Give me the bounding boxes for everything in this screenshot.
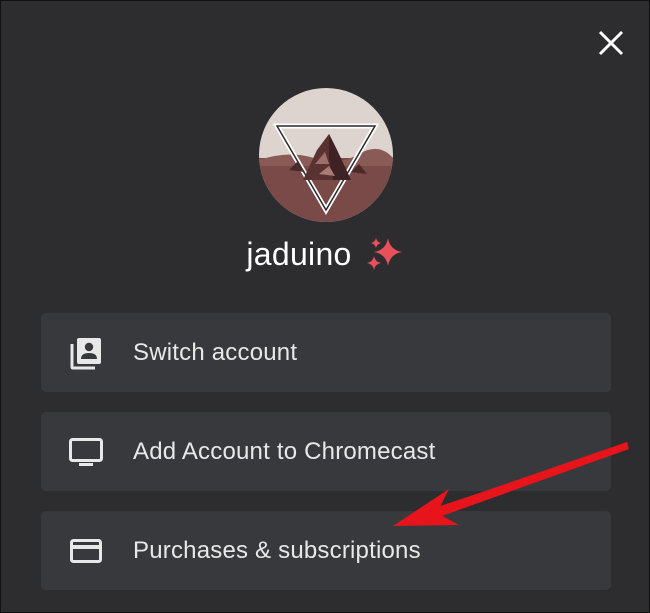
mountain-triangle-avatar-icon [259,88,393,222]
tv-icon [68,434,104,470]
switch-account-button[interactable]: Switch account [41,313,611,392]
account-panel: jaduino Switch account Add Account to Ch… [0,0,650,613]
avatar[interactable] [259,88,393,222]
username-row: jaduino [1,229,649,279]
credit-card-icon [68,533,104,569]
username: jaduino [246,235,352,272]
sparkles-icon [366,238,402,270]
close-icon [598,30,624,56]
switch-account-icon [68,335,104,371]
close-button[interactable] [593,25,629,61]
purchases-subscriptions-label: Purchases & subscriptions [133,536,421,564]
add-account-to-chromecast-label: Add Account to Chromecast [133,437,436,465]
add-account-to-chromecast-button[interactable]: Add Account to Chromecast [41,412,611,491]
purchases-subscriptions-button[interactable]: Purchases & subscriptions [41,511,611,590]
switch-account-label: Switch account [133,338,298,366]
